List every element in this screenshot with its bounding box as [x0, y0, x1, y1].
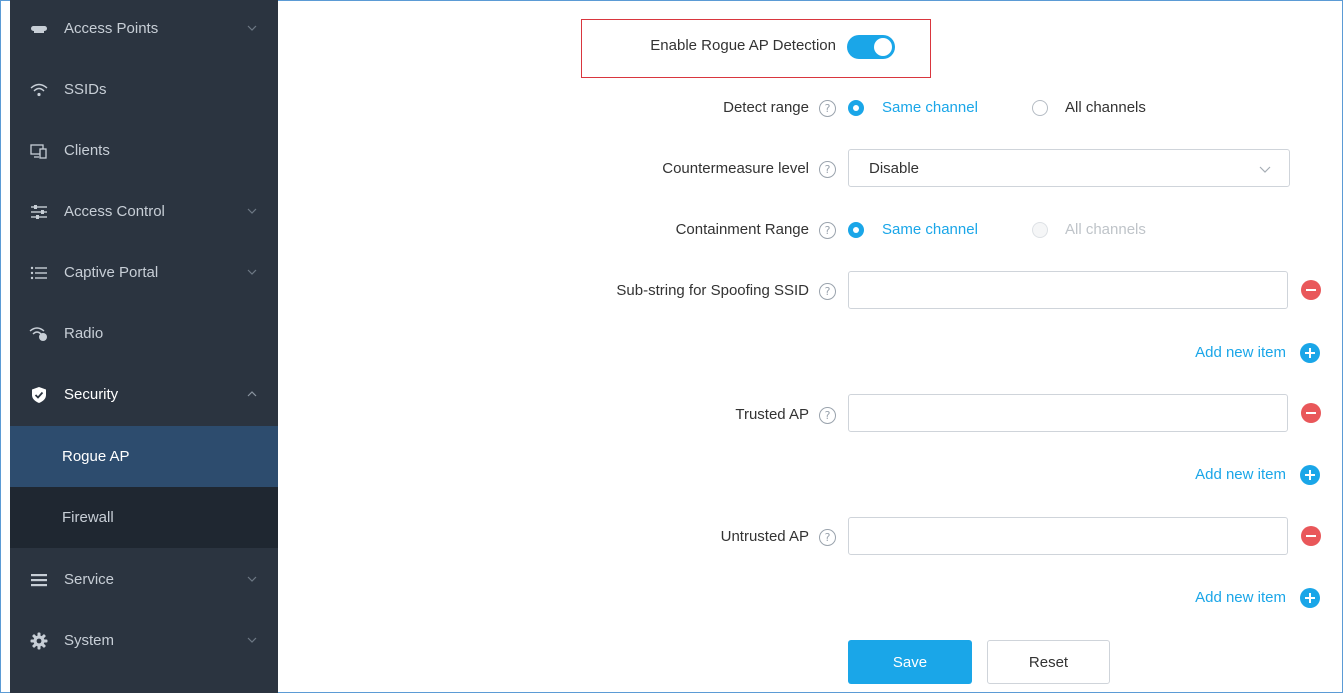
trusted-ap-input[interactable] [848, 394, 1288, 432]
chevron-down-icon [247, 637, 257, 643]
sidebar-item-access-points[interactable]: Access Points [10, 0, 278, 59]
sidebar-subitem-rogue-ap[interactable]: Rogue AP [10, 426, 278, 487]
chevron-down-icon [247, 269, 257, 275]
sidebar-item-label: Clients [64, 142, 110, 159]
add-icon[interactable] [1300, 588, 1320, 608]
chevron-up-icon [247, 391, 257, 397]
save-button[interactable]: Save [848, 640, 972, 684]
sidebar-item-system[interactable]: System [10, 610, 278, 671]
access-point-icon [28, 20, 50, 38]
containment-all-radio [1032, 222, 1048, 238]
chevron-down-icon [247, 208, 257, 214]
add-new-item-link[interactable]: Add new item [1195, 344, 1286, 361]
remove-item-icon[interactable] [1301, 280, 1321, 300]
menu-icon [28, 571, 50, 589]
help-icon[interactable]: ? [819, 222, 836, 239]
sidebar-item-captive-portal[interactable]: Captive Portal [10, 242, 278, 303]
detect-range-same-label[interactable]: Same channel [882, 99, 978, 116]
reset-button[interactable]: Reset [987, 640, 1110, 684]
shield-icon [28, 386, 50, 404]
sidebar-item-access-control[interactable]: Access Control [10, 181, 278, 242]
sidebar-item-label: Captive Portal [64, 264, 159, 281]
detect-range-all-radio[interactable] [1032, 100, 1048, 116]
sidebar-subitem-firewall[interactable]: Firewall [10, 487, 278, 548]
add-icon[interactable] [1300, 343, 1320, 363]
add-new-item-link[interactable]: Add new item [1195, 466, 1286, 483]
sidebar-item-label: Service [64, 571, 115, 588]
wifi-icon [28, 81, 50, 99]
toggle-knob [874, 38, 892, 56]
remove-item-icon[interactable] [1301, 526, 1321, 546]
spoofing-ssid-input[interactable] [848, 271, 1288, 309]
untrusted-ap-input[interactable] [848, 517, 1288, 555]
containment-range-label: Containment Range [675, 221, 809, 238]
trusted-ap-label: Trusted AP [735, 406, 809, 423]
enable-rogue-label: Enable Rogue AP Detection [650, 37, 836, 54]
gear-icon [28, 632, 50, 650]
help-icon[interactable]: ? [819, 100, 836, 117]
chevron-down-icon [247, 25, 257, 31]
sidebar-subitem-label: Firewall [62, 509, 114, 526]
help-icon[interactable]: ? [819, 161, 836, 178]
sidebar-item-clients[interactable]: Clients [10, 120, 278, 181]
detect-range-all-label[interactable]: All channels [1065, 99, 1146, 116]
sidebar-nav: Access Points SSIDs Clients Access Contr… [10, 0, 278, 693]
containment-same-radio[interactable] [848, 222, 864, 238]
sidebar-item-label: System [64, 632, 115, 649]
help-icon[interactable]: ? [819, 407, 836, 424]
sidebar-item-radio[interactable]: Radio [10, 303, 278, 364]
sidebar-item-label: Access Control [64, 203, 165, 220]
countermeasure-select[interactable]: Disable [848, 149, 1290, 187]
remove-item-icon[interactable] [1301, 403, 1321, 423]
sidebar-subitem-label: Rogue AP [62, 448, 130, 465]
countermeasure-label: Countermeasure level [662, 160, 809, 177]
detect-range-same-radio[interactable] [848, 100, 864, 116]
containment-same-label[interactable]: Same channel [882, 221, 978, 238]
untrusted-ap-label: Untrusted AP [720, 528, 809, 545]
add-icon[interactable] [1300, 465, 1320, 485]
list-icon [28, 264, 50, 282]
containment-all-label: All channels [1065, 221, 1146, 238]
sidebar-item-label: Security [64, 386, 119, 403]
detect-range-label: Detect range [723, 99, 809, 116]
radio-icon [28, 325, 50, 343]
devices-icon [28, 142, 50, 160]
sidebar-item-label: SSIDs [64, 81, 107, 98]
sidebar-item-label: Radio [64, 325, 104, 342]
help-icon[interactable]: ? [819, 529, 836, 546]
sidebar-item-security[interactable]: Security [10, 364, 278, 425]
chevron-down-icon [1259, 166, 1271, 173]
chevron-down-icon [247, 576, 257, 582]
spoofing-ssid-label: Sub-string for Spoofing SSID [616, 282, 809, 299]
enable-rogue-toggle[interactable] [847, 35, 895, 59]
add-new-item-link[interactable]: Add new item [1195, 589, 1286, 606]
sidebar-item-label: Access Points [64, 20, 159, 37]
filter-icon [28, 203, 50, 221]
help-icon[interactable]: ? [819, 283, 836, 300]
sidebar-item-ssids[interactable]: SSIDs [10, 59, 278, 120]
sidebar-item-service[interactable]: Service [10, 549, 278, 610]
countermeasure-value: Disable [869, 159, 920, 177]
